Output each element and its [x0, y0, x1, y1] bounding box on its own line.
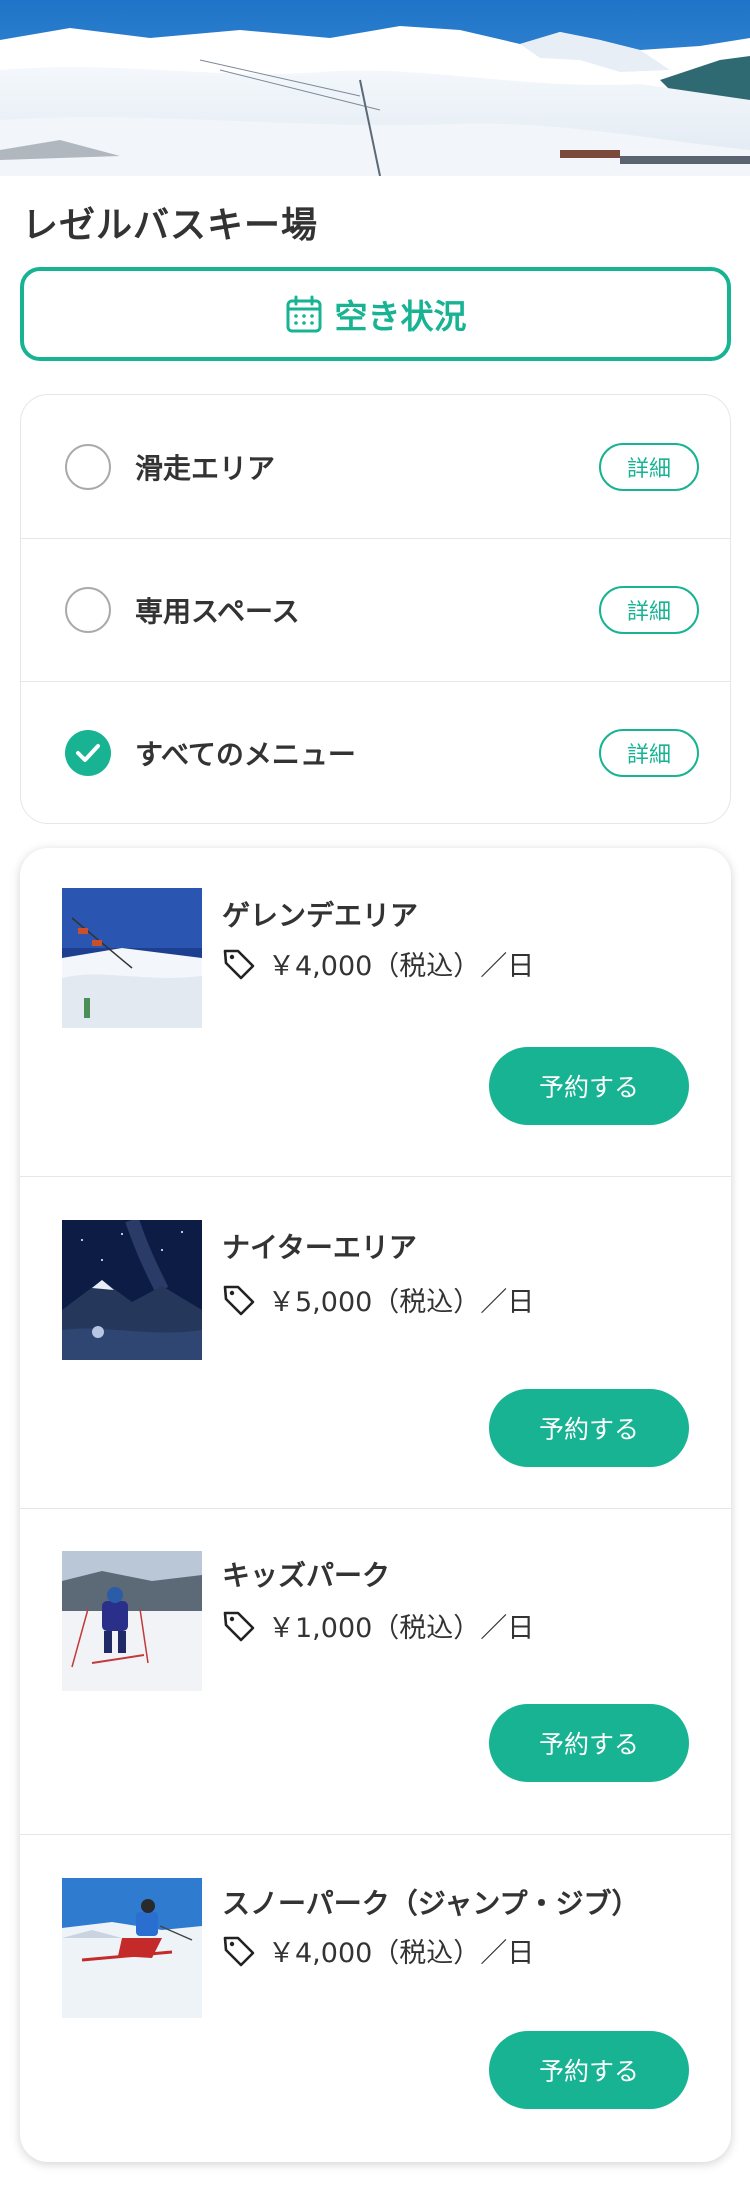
- snow-park-photo: [62, 1878, 202, 2018]
- menu-item: スノーパーク（ジャンプ・ジブ） ￥4,000（税込）／日 予約する: [20, 1834, 731, 2162]
- price-row: ￥4,000（税込）／日: [222, 944, 534, 983]
- price-text: ￥4,000（税込）／日: [268, 951, 535, 982]
- price-row: ￥4,000（税込）／日: [222, 1931, 534, 1970]
- price-text: ￥4,000（税込）／日: [268, 1938, 535, 1969]
- calendar-icon: [285, 294, 323, 334]
- filter-label: 専用スペース: [135, 595, 300, 628]
- reserve-button[interactable]: 予約する: [489, 1704, 689, 1782]
- item-name: キッズパーク: [222, 1559, 391, 1592]
- item-name: ナイターエリア: [222, 1231, 417, 1264]
- price-tag-icon: [222, 947, 256, 981]
- radio-button[interactable]: [65, 443, 111, 490]
- price-row: ￥5,000（税込）／日: [222, 1280, 534, 1319]
- filter-row-ski-area[interactable]: 滑走エリア 詳細: [21, 395, 730, 538]
- menu-item: キッズパーク ￥1,000（税込）／日 予約する: [20, 1508, 731, 1834]
- price-text: ￥5,000（税込）／日: [268, 1287, 535, 1318]
- page-title: レゼルバスキー場: [22, 205, 319, 246]
- kids-park-photo: [62, 1551, 202, 1691]
- filter-row-all-menus[interactable]: すべてのメニュー 詳細: [21, 681, 730, 823]
- menu-list-card: ゲレンデエリア ￥4,000（税込）／日 予約する ナイターエリア ￥5,000…: [20, 848, 731, 2162]
- item-name: ゲレンデエリア: [222, 899, 419, 932]
- menu-item: ゲレンデエリア ￥4,000（税込）／日 予約する: [20, 848, 731, 1176]
- availability-label: 空き状況: [334, 297, 467, 336]
- night-area-photo: [62, 1220, 202, 1360]
- check-icon: [76, 744, 100, 762]
- detail-button[interactable]: 詳細: [599, 729, 699, 777]
- filter-label: 滑走エリア: [135, 451, 276, 485]
- detail-button[interactable]: 詳細: [599, 442, 699, 491]
- price-tag-icon: [222, 1283, 256, 1317]
- menu-item: ナイターエリア ￥5,000（税込）／日 予約する: [20, 1176, 731, 1508]
- item-name: スノーパーク（ジャンプ・ジブ）: [222, 1887, 640, 1920]
- reserve-button[interactable]: 予約する: [489, 2031, 689, 2109]
- filter-card: 滑走エリア 詳細 専用スペース 詳細 すべてのメニュー 詳細: [20, 394, 731, 824]
- reserve-button[interactable]: 予約する: [489, 1389, 689, 1467]
- filter-row-private-space[interactable]: 専用スペース 詳細: [21, 538, 730, 681]
- slope-area-photo: [62, 888, 202, 1028]
- filter-label: すべてのメニュー: [135, 738, 356, 771]
- price-row: ￥1,000（税込）／日: [222, 1606, 534, 1645]
- price-tag-icon: [222, 1934, 256, 1968]
- detail-button[interactable]: 詳細: [599, 586, 699, 634]
- price-text: ￥1,000（税込）／日: [268, 1613, 535, 1644]
- radio-button-checked[interactable]: [65, 730, 111, 776]
- reserve-button[interactable]: 予約する: [489, 1047, 689, 1125]
- price-tag-icon: [222, 1609, 256, 1643]
- availability-button[interactable]: 空き状況: [20, 267, 731, 361]
- radio-button[interactable]: [65, 587, 111, 633]
- hero-image: [0, 0, 750, 176]
